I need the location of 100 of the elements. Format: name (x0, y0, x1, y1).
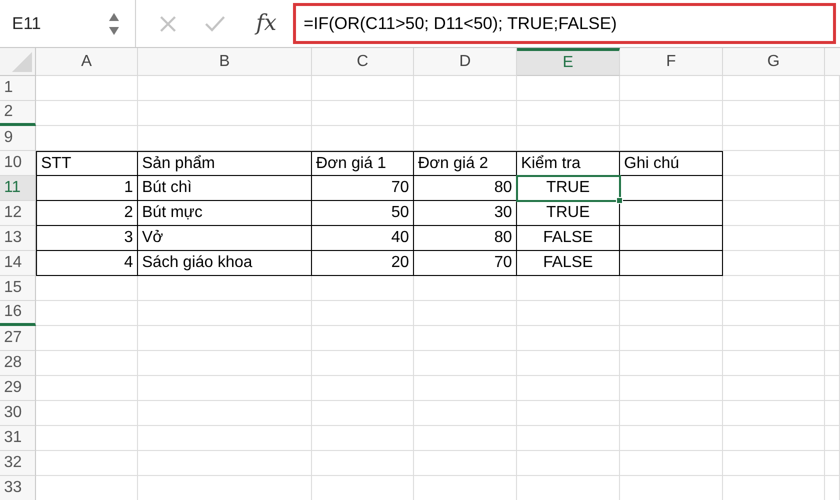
grid-cell[interactable] (517, 401, 620, 426)
grid-cell[interactable] (620, 301, 723, 326)
insert-function-button[interactable]: fx (252, 7, 281, 40)
table-cell[interactable]: FALSE (517, 251, 620, 276)
table-cell[interactable] (620, 176, 723, 201)
grid-cell[interactable] (723, 401, 825, 426)
row-header[interactable]: 31 (0, 426, 36, 451)
row-header[interactable]: 1 (0, 76, 36, 101)
row-header[interactable]: 14 (0, 251, 36, 276)
grid-cell[interactable] (414, 301, 517, 326)
column-header[interactable]: D (414, 48, 517, 76)
table-cell[interactable]: 2 (36, 201, 138, 226)
grid-cell[interactable] (414, 126, 517, 151)
row-header[interactable]: 28 (0, 351, 36, 376)
grid-cell[interactable] (312, 451, 414, 476)
grid-cell[interactable] (723, 276, 825, 301)
grid-cell[interactable] (723, 126, 825, 151)
grid-cell[interactable] (414, 401, 517, 426)
grid-cell[interactable] (723, 101, 825, 126)
grid-cell[interactable] (825, 276, 840, 301)
grid-cell[interactable] (312, 276, 414, 301)
grid-cell[interactable] (36, 301, 138, 326)
table-cell[interactable]: Vở (138, 226, 312, 251)
grid-cell[interactable] (312, 76, 414, 101)
grid-cell[interactable] (723, 301, 825, 326)
row-header[interactable]: 32 (0, 451, 36, 476)
table-cell[interactable]: TRUE (517, 176, 620, 201)
grid-cell[interactable] (36, 451, 138, 476)
row-header[interactable]: 12 (0, 201, 36, 226)
grid-cell[interactable] (620, 126, 723, 151)
fill-handle[interactable] (616, 197, 623, 204)
grid-cell[interactable] (620, 451, 723, 476)
grid-cell[interactable] (723, 76, 825, 101)
grid-cell[interactable] (825, 426, 840, 451)
grid-cell[interactable] (517, 376, 620, 401)
grid-cell[interactable] (312, 376, 414, 401)
grid-cell[interactable] (36, 101, 138, 126)
grid-cell[interactable] (138, 101, 312, 126)
grid-cell[interactable] (825, 251, 840, 276)
row-header[interactable]: 27 (0, 326, 36, 351)
grid-cell[interactable] (723, 451, 825, 476)
grid-cell[interactable] (620, 101, 723, 126)
grid-cell[interactable] (138, 351, 312, 376)
grid-cell[interactable] (825, 101, 840, 126)
grid-cell[interactable] (723, 376, 825, 401)
grid-cell[interactable] (138, 326, 312, 351)
grid-cell[interactable] (825, 301, 840, 326)
row-header[interactable]: 2 (0, 101, 36, 126)
grid-cell[interactable] (138, 401, 312, 426)
grid-cell[interactable] (414, 376, 517, 401)
grid-cell[interactable] (620, 376, 723, 401)
table-cell[interactable]: Kiểm tra (517, 151, 620, 176)
table-cell[interactable]: Bút mực (138, 201, 312, 226)
column-header[interactable] (825, 48, 840, 76)
grid-cell[interactable] (36, 276, 138, 301)
grid-cell[interactable] (825, 451, 840, 476)
row-header[interactable]: 13 (0, 226, 36, 251)
table-cell[interactable]: 70 (312, 176, 414, 201)
table-cell[interactable]: 30 (414, 201, 517, 226)
table-cell[interactable]: Đơn giá 2 (414, 151, 517, 176)
row-header[interactable]: 10 (0, 151, 36, 176)
grid-cell[interactable] (723, 226, 825, 251)
table-cell[interactable]: 80 (414, 226, 517, 251)
table-cell[interactable]: STT (36, 151, 138, 176)
formula-field[interactable]: =IF(OR(C11>50; D11<50); TRUE;FALSE) (292, 3, 836, 44)
grid-cell[interactable] (825, 226, 840, 251)
table-cell[interactable]: TRUE (517, 201, 620, 226)
grid-cell[interactable] (517, 351, 620, 376)
table-cell[interactable]: 1 (36, 176, 138, 201)
grid-cell[interactable] (723, 176, 825, 201)
grid-cell[interactable] (414, 451, 517, 476)
grid-cell[interactable] (620, 76, 723, 101)
grid-cell[interactable] (414, 426, 517, 451)
grid-cell[interactable] (620, 351, 723, 376)
row-header[interactable]: 29 (0, 376, 36, 401)
table-cell[interactable] (620, 201, 723, 226)
grid-cell[interactable] (825, 151, 840, 176)
table-cell[interactable]: 70 (414, 251, 517, 276)
table-cell[interactable] (620, 251, 723, 276)
table-cell[interactable]: Bút chì (138, 176, 312, 201)
grid-cell[interactable] (138, 376, 312, 401)
grid-cell[interactable] (825, 201, 840, 226)
table-cell[interactable]: 20 (312, 251, 414, 276)
table-cell[interactable]: 50 (312, 201, 414, 226)
grid-cell[interactable] (138, 451, 312, 476)
grid-cell[interactable] (36, 351, 138, 376)
column-header[interactable]: B (138, 48, 312, 76)
row-header[interactable]: 33 (0, 476, 36, 500)
grid-cell[interactable] (517, 301, 620, 326)
column-header[interactable]: F (620, 48, 723, 76)
grid-cell[interactable] (517, 126, 620, 151)
table-cell[interactable]: Sản phẩm (138, 151, 312, 176)
grid-cell[interactable] (723, 151, 825, 176)
grid-cell[interactable] (620, 426, 723, 451)
grid-cell[interactable] (36, 426, 138, 451)
grid-cell[interactable] (825, 176, 840, 201)
grid-cell[interactable] (414, 326, 517, 351)
grid-cell[interactable] (517, 76, 620, 101)
up-down-arrows-icon[interactable] (108, 10, 120, 36)
grid-cell[interactable] (620, 326, 723, 351)
